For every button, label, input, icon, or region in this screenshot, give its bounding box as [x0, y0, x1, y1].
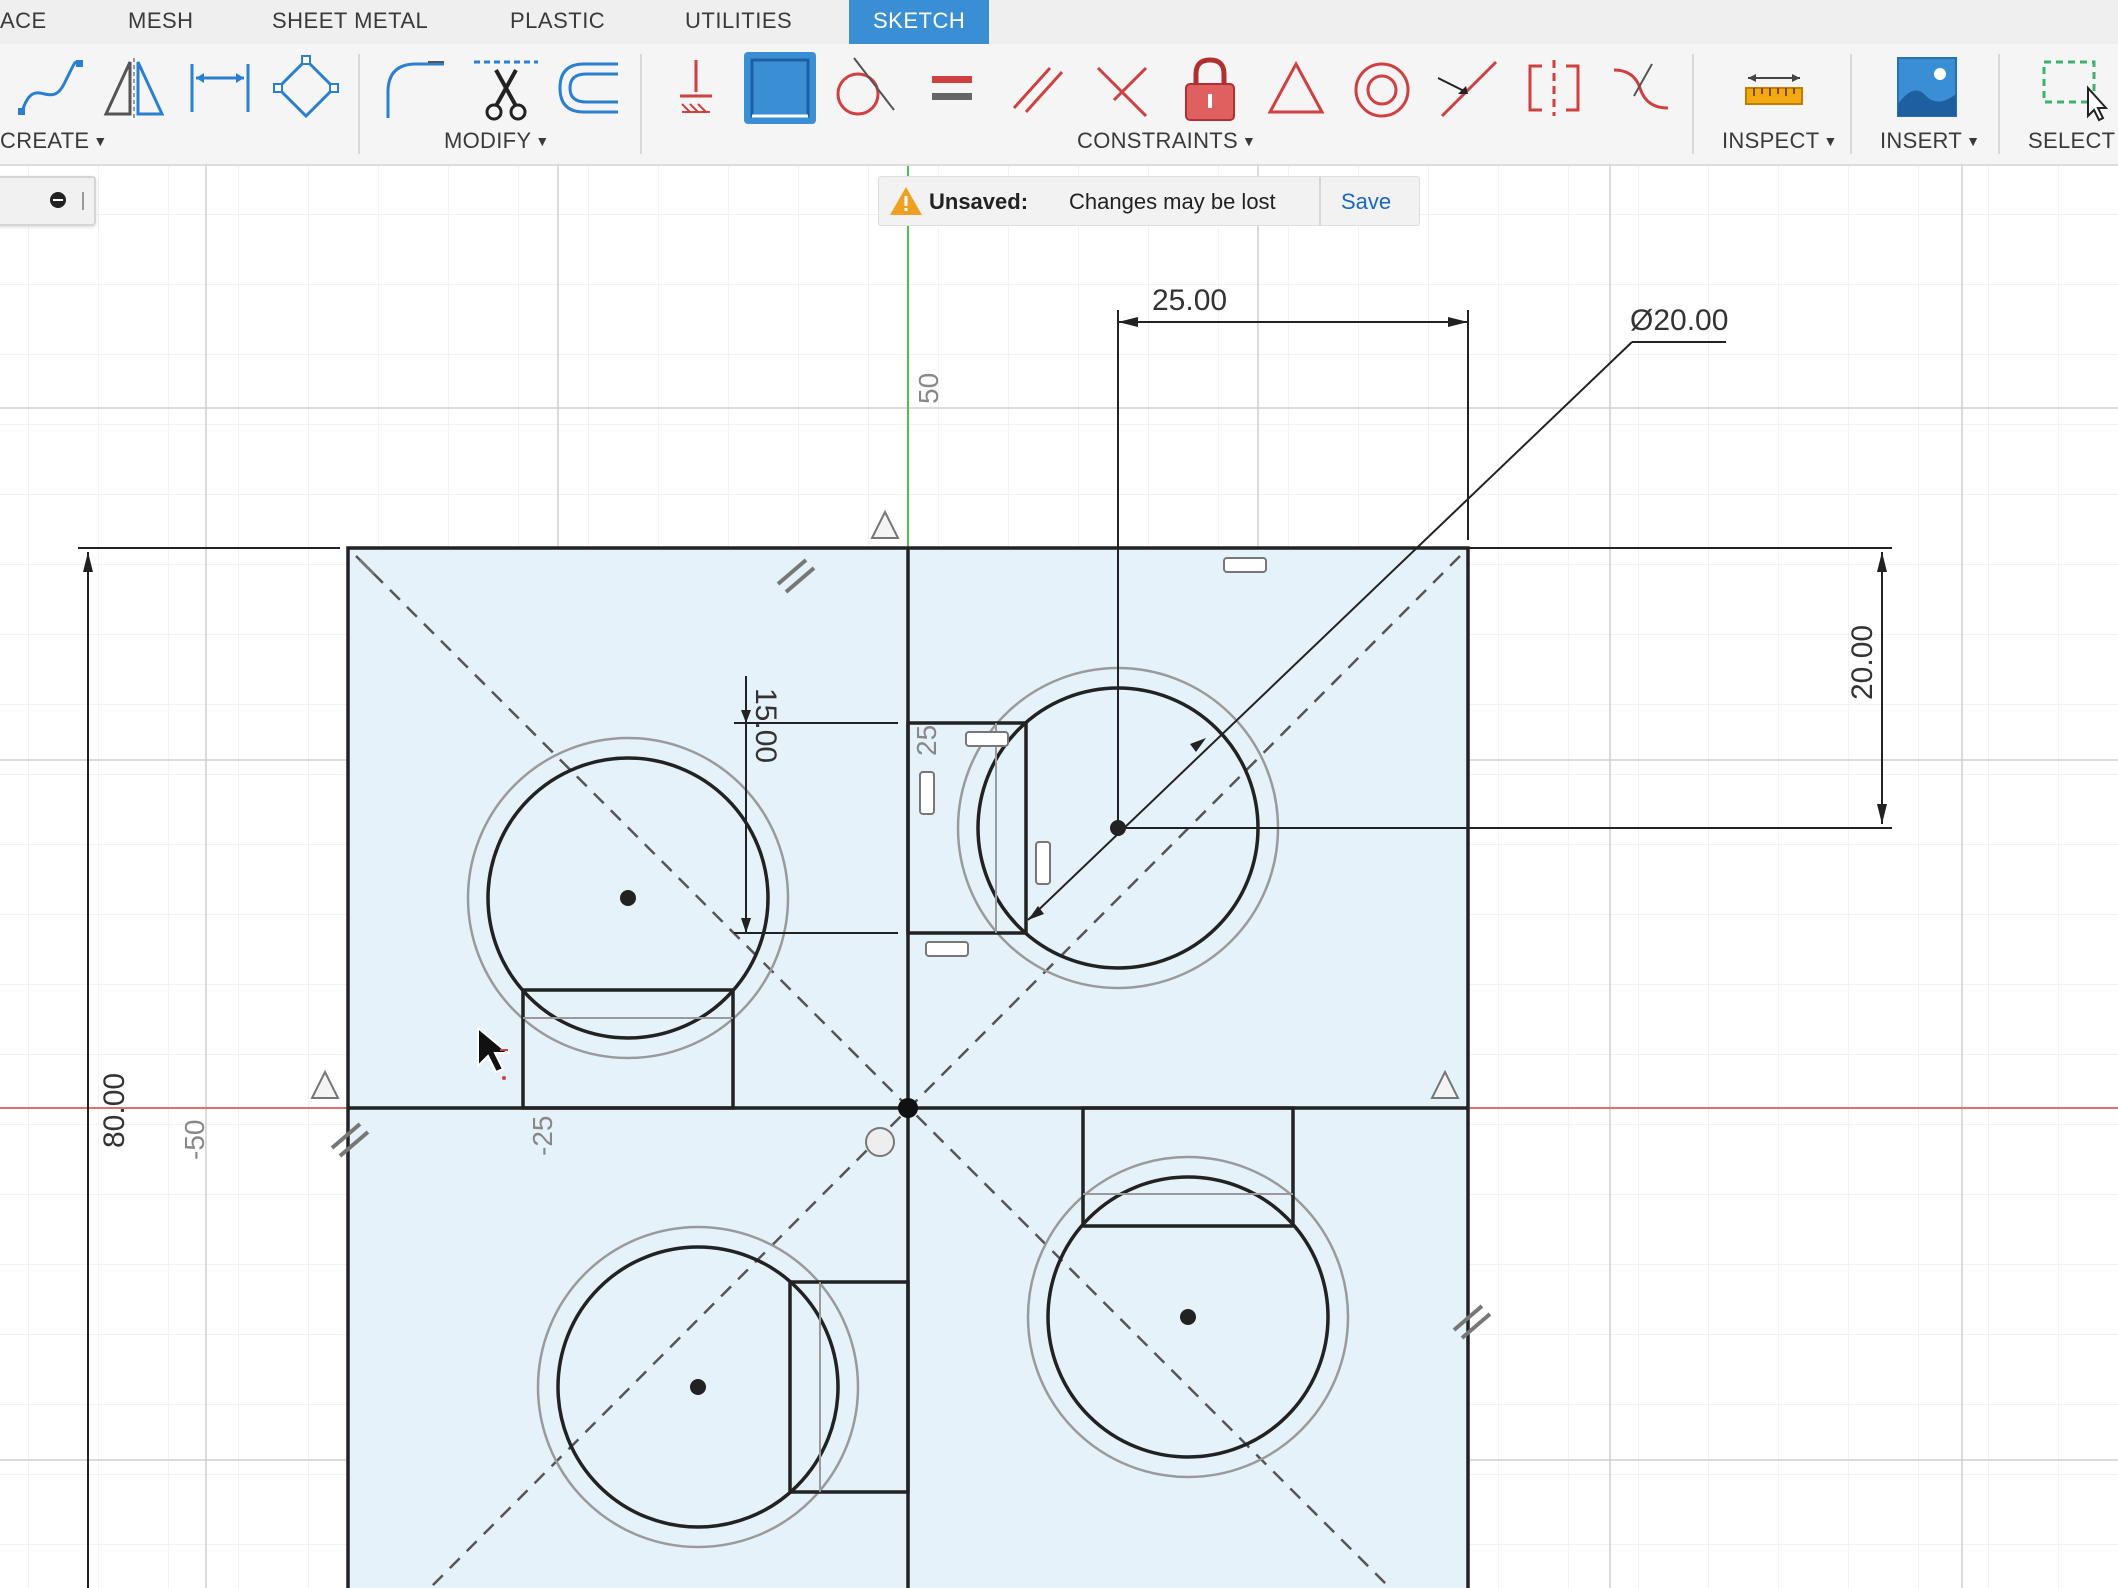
tab-mesh[interactable]: MESH — [128, 0, 194, 44]
dimension-icon[interactable] — [184, 52, 256, 124]
tangent-icon[interactable] — [828, 52, 900, 124]
concentric-icon[interactable] — [1346, 52, 1418, 124]
inspect-menu[interactable]: INSPECT ▼ — [1722, 128, 1838, 154]
axis-label-neg50: -50 — [179, 1120, 210, 1160]
measure-icon[interactable] — [1738, 52, 1810, 124]
offset-icon[interactable] — [552, 52, 624, 124]
create-menu-label: CREATE — [0, 128, 90, 153]
toolbar-divider — [1998, 54, 2000, 154]
chevron-down-icon: ▼ — [1241, 133, 1257, 149]
dimension-15[interactable]: 15.00 — [749, 688, 782, 763]
chevron-down-icon: ▼ — [535, 133, 550, 149]
trim-icon[interactable] — [470, 52, 542, 124]
unsaved-title: Unsaved: — [929, 189, 1029, 214]
equal-icon[interactable] — [916, 52, 988, 124]
tab-plastic[interactable]: PLASTIC — [510, 0, 605, 44]
axis-label-25: 25 — [911, 725, 942, 756]
collapse-icon[interactable] — [50, 192, 66, 208]
modify-menu[interactable]: MODIFY ▼ — [444, 128, 550, 154]
inspect-menu-label: INSPECT — [1722, 128, 1820, 153]
axis-label-50: 50 — [913, 373, 944, 404]
unsaved-message: Changes may be lost — [1069, 189, 1276, 214]
window-select-icon[interactable] — [2036, 52, 2109, 124]
horizontal-vertical-icon[interactable] — [1260, 52, 1332, 124]
chevron-down-icon: ▼ — [1966, 133, 1981, 149]
constraints-menu-label: CONSTRAINTS — [1077, 128, 1238, 153]
tab-sketch[interactable]: SKETCH — [849, 0, 990, 48]
dimension-80[interactable]: 80.00 — [98, 1073, 131, 1148]
sketch-toolbar: CREATE ▼ MODIFY ▼ CONSTRAINTS ▼ INSPECT … — [0, 44, 2118, 166]
dimension-diameter[interactable]: Ø20.00 — [1630, 304, 1728, 337]
unsaved-notification: Unsaved: Changes may be lost Save — [878, 176, 1420, 226]
browser-panel-collapsed[interactable] — [0, 176, 96, 226]
warning-icon — [890, 187, 922, 215]
dimension-20[interactable]: 20.00 — [1846, 625, 1879, 700]
insert-image-icon[interactable] — [1890, 52, 1962, 124]
perpendicular-icon[interactable] — [1086, 52, 1158, 124]
origin-point[interactable] — [898, 1098, 918, 1118]
ribbon-tab-bar: ACE MESH SHEET METAL PLASTIC UTILITIES S… — [0, 0, 2118, 48]
panel-grip-handle[interactable] — [82, 192, 84, 210]
tab-surface[interactable]: ACE — [0, 0, 47, 44]
curvature-icon[interactable] — [1604, 52, 1676, 124]
fix-icon[interactable] — [660, 52, 732, 124]
create-menu[interactable]: CREATE ▼ — [0, 128, 108, 154]
toolbar-divider — [1692, 54, 1694, 154]
symmetry-icon[interactable] — [1518, 52, 1590, 124]
toolbar-divider — [358, 54, 360, 154]
midpoint-icon[interactable] — [1432, 52, 1504, 124]
spline-icon[interactable] — [14, 52, 86, 124]
modify-menu-label: MODIFY — [444, 128, 532, 153]
select-menu[interactable]: SELECT▼ — [2028, 128, 2118, 154]
fillet-icon[interactable] — [378, 52, 450, 124]
select-menu-label: SELECT — [2028, 128, 2116, 153]
dimension-25[interactable]: 25.00 — [1152, 284, 1227, 317]
insert-menu[interactable]: INSERT ▼ — [1880, 128, 1980, 154]
tab-sheet-metal[interactable]: SHEET METAL — [272, 0, 428, 44]
toolbar-divider — [1850, 54, 1852, 154]
sketch-canvas[interactable]: 25.00 Ø20.00 20.00 15.00 80.00 50 -50 -2… — [0, 166, 2118, 1588]
axis-label-neg25: -25 — [527, 1116, 558, 1156]
chevron-down-icon: ▼ — [1823, 133, 1838, 149]
constraints-menu[interactable]: CONSTRAINTS ▼ — [1077, 128, 1256, 154]
tab-utilities[interactable]: UTILITIES — [685, 0, 792, 44]
save-link[interactable]: Save — [1341, 189, 1391, 215]
rectangle-tool-icon[interactable] — [744, 52, 816, 124]
lock-icon[interactable] — [1174, 52, 1246, 124]
parallel-icon[interactable] — [1002, 52, 1074, 124]
chevron-down-icon: ▼ — [93, 133, 108, 149]
mirror-icon[interactable] — [98, 52, 170, 124]
insert-menu-label: INSERT — [1880, 128, 1963, 153]
notification-divider — [1319, 177, 1321, 225]
polygon-icon[interactable] — [270, 52, 342, 124]
toolbar-divider — [640, 54, 642, 154]
